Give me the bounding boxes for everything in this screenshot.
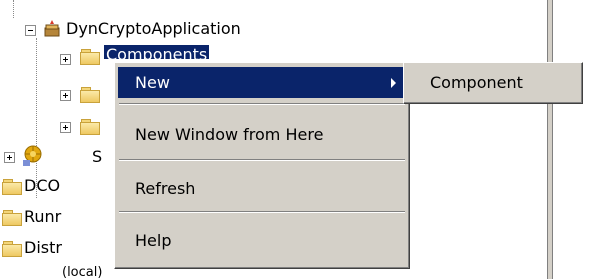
tree-node-components[interactable]: Components: [104, 45, 210, 59]
submenu-arrow-icon: [391, 78, 396, 88]
folder-icon: [80, 118, 100, 135]
tree-node-root[interactable]: DynCryptoApplication: [66, 19, 241, 39]
menu-item-new-window[interactable]: New Window from Here: [118, 119, 406, 150]
expand-toggle[interactable]: [60, 90, 71, 101]
tree-connector: [13, 0, 14, 18]
menu-item-new-label: New: [135, 73, 170, 92]
menu-item-new-window-label: New Window from Here: [135, 125, 324, 144]
menu-separator: [119, 103, 405, 105]
folder-icon: [2, 240, 22, 257]
menu-item-help[interactable]: Help: [118, 225, 406, 256]
menu-separator: [119, 159, 405, 161]
collapse-toggle[interactable]: [25, 25, 36, 36]
folder-icon: [80, 48, 100, 65]
tree-node-running[interactable]: Runr: [24, 207, 61, 227]
tree-node-dcom[interactable]: DCO: [24, 176, 60, 196]
folder-icon: [80, 86, 100, 103]
menu-item-help-label: Help: [135, 231, 172, 250]
context-menu: New New Window from Here Refresh Help: [114, 62, 410, 269]
menu-item-refresh-label: Refresh: [135, 179, 196, 198]
tree-node-bottom-partial: (local): [62, 265, 103, 280]
menu-item-refresh[interactable]: Refresh: [118, 173, 406, 204]
tree-node-partial[interactable]: S: [92, 147, 102, 167]
menu-separator: [119, 211, 405, 213]
pane-splitter[interactable]: [547, 0, 553, 279]
folder-icon: [2, 178, 22, 195]
new-submenu: Component: [403, 62, 583, 104]
tree-connector: [36, 38, 37, 198]
service-icon: [22, 145, 42, 167]
menu-item-new[interactable]: New: [118, 67, 406, 98]
expand-toggle[interactable]: [60, 54, 71, 65]
submenu-item-component[interactable]: Component: [407, 67, 579, 98]
expand-toggle[interactable]: [60, 122, 71, 133]
expand-toggle[interactable]: [4, 152, 15, 163]
folder-icon: [2, 209, 22, 226]
submenu-item-component-label: Component: [430, 73, 523, 92]
application-icon: [43, 20, 61, 38]
tree-node-distributed[interactable]: Distr: [24, 238, 62, 258]
